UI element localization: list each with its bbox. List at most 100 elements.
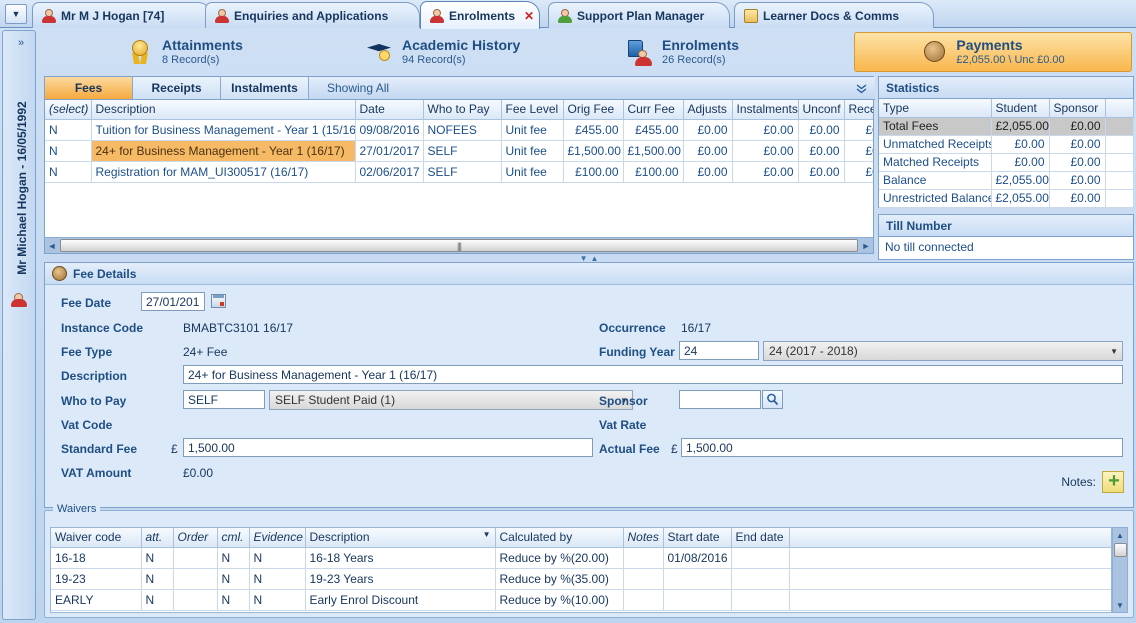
cell-receipts: £0.00	[844, 161, 873, 183]
cell-student: £0.00	[991, 153, 1050, 172]
fee-date-label: Fee Date	[61, 296, 112, 310]
scroll-up-icon[interactable]: ▲	[1113, 528, 1127, 542]
book-person-icon	[627, 39, 653, 66]
scroll-right-icon[interactable]: ►	[859, 241, 873, 251]
cell-start-date	[663, 568, 732, 590]
col-waiver-code[interactable]: Waiver code	[51, 528, 142, 548]
cell-adjusts: £0.00	[683, 119, 733, 141]
col-who-to-pay[interactable]: Who to Pay	[423, 100, 502, 120]
tab-list-dropdown-button[interactable]: ▼	[5, 4, 27, 24]
who-to-pay-label: Who to Pay	[61, 394, 127, 408]
standard-fee-input[interactable]	[183, 438, 593, 457]
learner-sidebar[interactable]: » Mr Michael Hogan - 16/05/1992	[2, 30, 36, 620]
fee-date-input[interactable]	[141, 292, 205, 311]
col-description[interactable]: Description	[91, 100, 356, 120]
actual-fee-input[interactable]	[681, 438, 1123, 457]
col-select[interactable]: (select)	[45, 100, 92, 120]
vat-rate-label: Vat Rate	[599, 418, 647, 432]
cell-notes	[623, 589, 664, 611]
nav-subtitle: £2,055.00 \ Unc £0.00	[956, 54, 1065, 66]
fees-horizontal-scrollbar[interactable]: ◄ ||| ►	[45, 237, 873, 253]
tab-receipts[interactable]: Receipts	[133, 77, 221, 99]
table-row[interactable]: Matched Receipts £0.00 £0.00	[879, 153, 1134, 172]
col-order[interactable]: Order	[173, 528, 218, 548]
cell-who: NOFEES	[423, 119, 502, 141]
col-instalments[interactable]: Instalments	[732, 100, 799, 120]
search-icon[interactable]	[762, 390, 783, 409]
col-unconf[interactable]: Unconf	[798, 100, 845, 120]
description-input[interactable]	[183, 365, 1123, 384]
chevron-down-icon[interactable]	[847, 77, 875, 99]
cell-waiver-code: 19-23	[51, 568, 142, 590]
tab-instalments[interactable]: Instalments	[221, 77, 309, 99]
person-icon	[430, 8, 444, 23]
who-to-pay-select[interactable]: SELF Student Paid (1) ▼	[269, 390, 633, 410]
scrollbar-thumb[interactable]	[1113, 543, 1127, 557]
window-tab-learner-docs[interactable]: Learner Docs & Comms	[734, 2, 934, 28]
sponsor-input[interactable]	[679, 390, 761, 409]
scroll-down-icon[interactable]: ▼	[1113, 598, 1127, 612]
col-waiver-description[interactable]: Description ▼	[305, 528, 496, 548]
col-start-date[interactable]: Start date	[663, 528, 732, 548]
nav-enrolments[interactable]: Enrolments 26 Record(s)	[616, 32, 816, 72]
who-to-pay-code-input[interactable]	[183, 390, 265, 409]
close-icon[interactable]: ✕	[524, 9, 534, 23]
col-end-date[interactable]: End date	[731, 528, 790, 548]
add-note-icon[interactable]	[1102, 468, 1125, 494]
table-row[interactable]: Balance £2,055.00 £0.00	[879, 171, 1134, 190]
expand-sidebar-icon[interactable]: »	[11, 37, 31, 55]
window-tab-enquiries[interactable]: Enquiries and Applications	[205, 2, 420, 28]
coin-icon	[52, 266, 67, 281]
waivers-vertical-scrollbar[interactable]: ▲ ▼	[1112, 527, 1128, 613]
cell-end-date	[731, 568, 790, 590]
col-orig-fee[interactable]: Orig Fee	[563, 100, 624, 120]
cell-blank	[1105, 189, 1134, 208]
cell-orig: £1,500.00	[563, 140, 624, 162]
table-row[interactable]: Unrestricted Balance £2,055.00 £0.00	[879, 189, 1134, 208]
funding-year-code-input[interactable]	[679, 341, 759, 360]
col-date[interactable]: Date	[355, 100, 424, 120]
calendar-icon[interactable]	[211, 294, 226, 308]
table-row[interactable]: N 24+ for Business Management - Year 1 (…	[45, 140, 873, 162]
nav-title: Academic History	[402, 37, 521, 53]
col-extra[interactable]	[789, 528, 1111, 548]
panel-splitter[interactable]: ▼ ▲	[44, 254, 1134, 263]
col-cml[interactable]: cml.	[217, 528, 250, 548]
nav-attainments[interactable]: Attainments 8 Record(s)	[116, 32, 316, 72]
cell-sponsor: £0.00	[1049, 189, 1106, 208]
nav-payments[interactable]: Payments £2,055.00 \ Unc £0.00	[854, 32, 1132, 72]
funding-year-select[interactable]: 24 (2017 - 2018) ▼	[763, 341, 1123, 361]
col-att[interactable]: att.	[141, 528, 174, 548]
cell-order	[173, 589, 218, 611]
table-row[interactable]: EARLY N N N Early Enrol Discount Reduce …	[51, 589, 1111, 611]
waivers-grid[interactable]: Waiver code att. Order cml. Evidence Des…	[50, 527, 1112, 613]
cell-sponsor: £0.00	[1049, 117, 1106, 136]
cell-student: £2,055.00	[991, 171, 1050, 190]
col-adjusts[interactable]: Adjusts	[683, 100, 733, 120]
nav-subtitle: 94 Record(s)	[402, 54, 466, 66]
scrollbar-thumb[interactable]: |||	[60, 239, 858, 252]
col-receipts[interactable]: Receipts	[844, 100, 873, 120]
col-curr-fee[interactable]: Curr Fee	[623, 100, 684, 120]
col-notes[interactable]: Notes	[623, 528, 664, 548]
table-row[interactable]: N Tuition for Business Management - Year…	[45, 119, 873, 141]
fees-header-row: (select) Description Date Who to Pay Fee…	[45, 100, 873, 120]
window-tab-hogan[interactable]: Mr M J Hogan [74]	[32, 2, 212, 28]
col-fee-level[interactable]: Fee Level	[501, 100, 564, 120]
table-row[interactable]: Total Fees £2,055.00 £0.00	[879, 117, 1134, 136]
scroll-left-icon[interactable]: ◄	[45, 241, 59, 251]
window-tab-support-plan-manager[interactable]: Support Plan Manager	[548, 2, 730, 28]
table-row[interactable]: 19-23 N N N 19-23 Years Reduce by %(35.0…	[51, 568, 1111, 590]
col-calculated-by[interactable]: Calculated by	[495, 528, 624, 548]
table-row[interactable]: 16-18 N N N 16-18 Years Reduce by %(20.0…	[51, 547, 1111, 569]
col-evidence[interactable]: Evidence	[249, 528, 306, 548]
nav-academic-history[interactable]: Academic History 94 Record(s)	[356, 32, 596, 72]
table-row[interactable]: Unmatched Receipts £0.00 £0.00	[879, 135, 1134, 154]
cell-student: £2,055.00	[991, 189, 1050, 208]
fees-grid[interactable]: (select) Description Date Who to Pay Fee…	[45, 100, 873, 230]
table-row[interactable]: N Registration for MAM_UI300517 (16/17) …	[45, 161, 873, 183]
window-tab-label: Enquiries and Applications	[234, 8, 389, 23]
cell-student: £0.00	[991, 135, 1050, 154]
window-tab-enrolments[interactable]: Enrolments ✕	[420, 1, 540, 29]
tab-fees[interactable]: Fees	[45, 77, 133, 99]
